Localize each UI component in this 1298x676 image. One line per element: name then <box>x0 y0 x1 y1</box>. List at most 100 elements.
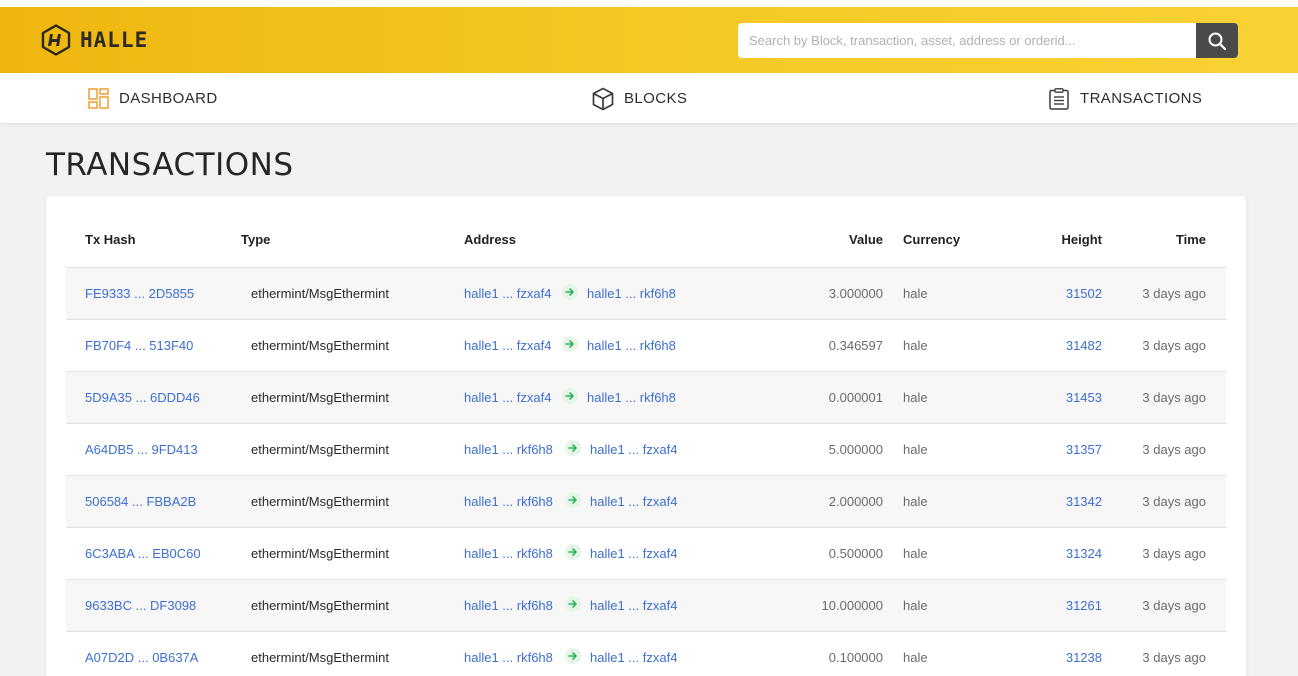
table-header: Tx Hash Type Address Value Currency Heig… <box>66 216 1226 268</box>
from-address-link[interactable]: halle1 ... fzxaf4 <box>464 390 551 405</box>
tx-type: ethermint/MsgEthermint <box>251 546 389 561</box>
table-body: FE9333 ... 2D5855 ethermint/MsgEthermint h… <box>66 268 1226 676</box>
nav-label-blocks: BLOCKS <box>624 90 688 107</box>
arrow-right-icon <box>565 544 581 560</box>
nav-label-dashboard: DASHBOARD <box>119 90 218 107</box>
tx-value: 5.000000 <box>828 442 883 457</box>
from-address-link[interactable]: halle1 ... rkf6h8 <box>464 546 553 561</box>
column-header-value: Value <box>849 232 883 247</box>
column-header-type: Type <box>241 232 271 247</box>
to-address-link[interactable]: halle1 ... fzxaf4 <box>590 494 677 509</box>
block-height-link[interactable]: 31502 <box>1066 286 1102 301</box>
brand-name: HALLE <box>80 28 149 52</box>
nav-item-blocks[interactable]: BLOCKS <box>592 73 687 124</box>
to-address-link[interactable]: halle1 ... fzxaf4 <box>590 442 677 457</box>
arrow-right-icon <box>565 596 581 612</box>
column-header-time: Time <box>1175 232 1206 247</box>
tx-type: ethermint/MsgEthermint <box>251 494 389 509</box>
from-address-link[interactable]: halle1 ... rkf6h8 <box>464 494 553 509</box>
tx-currency: hale <box>903 338 928 353</box>
arrow-right-icon <box>562 388 578 404</box>
column-header-address: Address <box>464 232 517 247</box>
tx-type: ethermint/MsgEthermint <box>251 338 389 353</box>
tx-currency: hale <box>903 650 928 665</box>
tx-currency: hale <box>903 442 928 457</box>
table-row: A64DB5 ... 9FD413 ethermint/MsgEthermint h… <box>66 424 1226 476</box>
tx-hash-link[interactable]: A07D2D ... 0B637A <box>85 650 198 665</box>
dashboard-icon <box>88 88 109 109</box>
block-height-link[interactable]: 31342 <box>1066 494 1102 509</box>
tx-currency: hale <box>903 546 928 561</box>
tx-hash-link[interactable]: A64DB5 ... 9FD413 <box>85 442 198 457</box>
column-header-tx-hash: Tx Hash <box>85 232 136 247</box>
arrow-right-icon <box>565 492 581 508</box>
to-address-link[interactable]: halle1 ... fzxaf4 <box>590 598 677 613</box>
tx-currency: hale <box>903 286 928 301</box>
to-address-link[interactable]: halle1 ... fzxaf4 <box>590 546 677 561</box>
nav-item-dashboard[interactable]: DASHBOARD <box>88 73 218 124</box>
transactions-card: Tx Hash Type Address Value Currency Heig… <box>46 196 1246 676</box>
nav-label-transactions: TRANSACTIONS <box>1080 90 1203 107</box>
tx-currency: hale <box>903 390 928 405</box>
tx-value: 0.100000 <box>828 650 883 665</box>
search-icon <box>1208 32 1227 50</box>
tx-type: ethermint/MsgEthermint <box>251 598 389 613</box>
arrow-right-icon <box>562 284 578 300</box>
from-address-link[interactable]: halle1 ... rkf6h8 <box>464 442 553 457</box>
search-input[interactable] <box>738 23 1196 58</box>
transactions-table: Tx Hash Type Address Value Currency Heig… <box>66 216 1226 676</box>
tx-currency: hale <box>903 598 928 613</box>
arrow-right-icon <box>565 648 581 664</box>
from-address-link[interactable]: halle1 ... rkf6h8 <box>464 598 553 613</box>
from-address-link[interactable]: halle1 ... rkf6h8 <box>464 650 553 665</box>
halle-hexagon-logo-icon <box>41 24 71 56</box>
tx-hash-link[interactable]: 5D9A35 ... 6DDD46 <box>85 390 200 405</box>
tx-hash-link[interactable]: FE9333 ... 2D5855 <box>85 286 194 301</box>
tx-type: ethermint/MsgEthermint <box>251 286 389 301</box>
arrow-right-icon <box>562 336 578 352</box>
clipboard-list-icon <box>1049 87 1069 110</box>
column-header-currency: Currency <box>903 232 961 247</box>
to-address-link[interactable]: halle1 ... rkf6h8 <box>587 338 676 353</box>
tx-value: 10.000000 <box>821 598 883 613</box>
tx-time: 3 days ago <box>1142 338 1206 353</box>
tx-currency: hale <box>903 494 928 509</box>
table-row: 506584 ... FBBA2B ethermint/MsgEthermint h… <box>66 476 1226 528</box>
from-address-link[interactable]: halle1 ... fzxaf4 <box>464 286 551 301</box>
top-strip <box>0 0 1298 7</box>
arrow-right-icon <box>565 440 581 456</box>
column-header-height: Height <box>1061 232 1102 247</box>
tx-type: ethermint/MsgEthermint <box>251 650 389 665</box>
tx-hash-link[interactable]: 506584 ... FBBA2B <box>85 494 196 509</box>
block-height-link[interactable]: 31453 <box>1066 390 1102 405</box>
tx-type: ethermint/MsgEthermint <box>251 390 389 405</box>
tx-hash-link[interactable]: 9633BC ... DF3098 <box>85 598 196 613</box>
search-button[interactable] <box>1196 23 1238 58</box>
table-row: FE9333 ... 2D5855 ethermint/MsgEthermint h… <box>66 268 1226 320</box>
tx-time: 3 days ago <box>1142 286 1206 301</box>
to-address-link[interactable]: halle1 ... rkf6h8 <box>587 286 676 301</box>
from-address-link[interactable]: halle1 ... fzxaf4 <box>464 338 551 353</box>
tx-time: 3 days ago <box>1142 598 1206 613</box>
tx-value: 3.000000 <box>828 286 883 301</box>
tx-type: ethermint/MsgEthermint <box>251 442 389 457</box>
table-row: 9633BC ... DF3098 ethermint/MsgEthermint h… <box>66 580 1226 632</box>
block-height-link[interactable]: 31261 <box>1066 598 1102 613</box>
table-row: 5D9A35 ... 6DDD46 ethermint/MsgEthermint h… <box>66 372 1226 424</box>
nav-item-transactions[interactable]: TRANSACTIONS <box>1048 73 1202 124</box>
block-height-link[interactable]: 31324 <box>1066 546 1102 561</box>
logo[interactable]: HALLE <box>40 24 148 56</box>
cube-icon <box>592 87 614 110</box>
table-row: A07D2D ... 0B637A ethermint/MsgEthermint h… <box>66 632 1226 676</box>
tx-value: 0.500000 <box>828 546 883 561</box>
block-height-link[interactable]: 31238 <box>1066 650 1102 665</box>
block-height-link[interactable]: 31357 <box>1066 442 1102 457</box>
tx-time: 3 days ago <box>1142 546 1206 561</box>
to-address-link[interactable]: halle1 ... fzxaf4 <box>590 650 677 665</box>
tx-hash-link[interactable]: 6C3ABA ... EB0C60 <box>85 546 201 561</box>
tx-time: 3 days ago <box>1142 442 1206 457</box>
block-height-link[interactable]: 31482 <box>1066 338 1102 353</box>
to-address-link[interactable]: halle1 ... rkf6h8 <box>587 390 676 405</box>
main-nav: DASHBOARD BLOCKS TRANSACTIONS <box>0 73 1298 124</box>
tx-hash-link[interactable]: FB70F4 ... 513F40 <box>85 338 193 353</box>
